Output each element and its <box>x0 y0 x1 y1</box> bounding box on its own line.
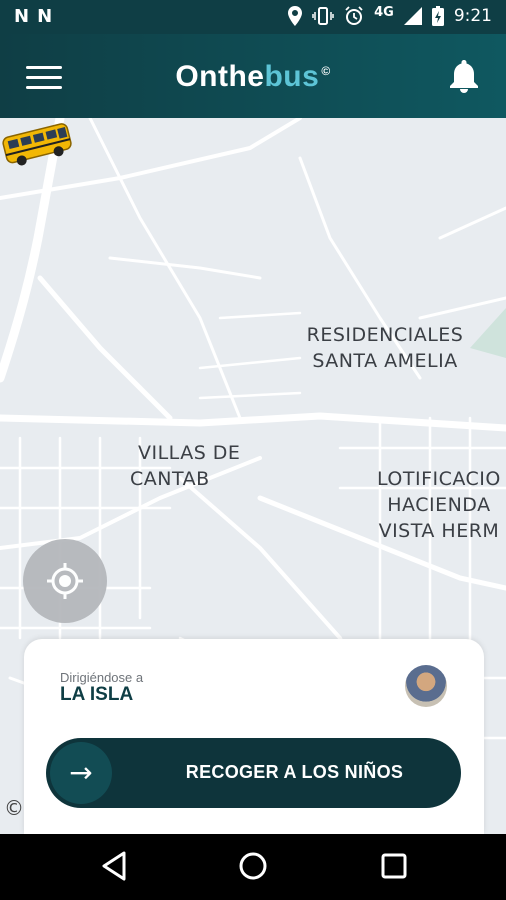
map-place-label: RESIDENCIALES SANTA AMELIA <box>306 324 464 372</box>
system-icons: 4G 9:21 <box>288 4 492 26</box>
logo-mark: © <box>321 64 331 78</box>
map-place-label: VILLAS DE CANTAB <box>130 442 241 490</box>
recenter-location-button[interactable] <box>23 539 107 623</box>
system-navigation-bar <box>0 834 506 900</box>
logo-part-2: bus <box>264 60 320 93</box>
trip-card: Dirigiéndose a LA ISLA → RECOGER A LOS N… <box>24 639 484 834</box>
recents-icon[interactable] <box>380 850 408 882</box>
notification-n-icon: N <box>14 6 30 27</box>
crosshair-icon <box>47 563 83 599</box>
alarm-icon <box>345 6 363 25</box>
map-place-label: LOTIFICACIO HACIENDA VISTA HERM <box>377 468 501 542</box>
notification-n-icon: N <box>37 6 53 27</box>
location-icon <box>288 6 303 26</box>
map-copyright: © <box>4 796 24 820</box>
avatar[interactable] <box>405 665 447 707</box>
battery-icon <box>431 6 444 26</box>
pick-up-children-label: RECOGER A LOS NIÑOS <box>185 762 404 782</box>
notification-icons: N N <box>14 6 52 27</box>
network-type: 4G <box>374 4 394 20</box>
pick-up-children-button[interactable]: → RECOGER A LOS NIÑOS <box>46 738 461 808</box>
notifications-bell-icon[interactable] <box>448 58 480 94</box>
home-icon[interactable] <box>237 850 269 882</box>
status-bar: N N 4G 9:21 <box>0 0 506 34</box>
heading-to-label: Dirigiéndose a <box>60 670 144 685</box>
arrow-right-icon: → <box>50 742 112 804</box>
back-icon[interactable] <box>100 850 128 882</box>
school-bus-marker-icon[interactable] <box>0 118 76 168</box>
vibrate-icon <box>312 7 334 25</box>
clock: 9:21 <box>453 6 492 26</box>
logo-part-1: Onthe <box>175 60 265 93</box>
signal-icon <box>403 7 422 25</box>
app-bar: Onthebus © <box>0 34 506 118</box>
destination-name: LA ISLA <box>60 684 134 705</box>
app-logo: Onthebus © <box>0 60 506 94</box>
